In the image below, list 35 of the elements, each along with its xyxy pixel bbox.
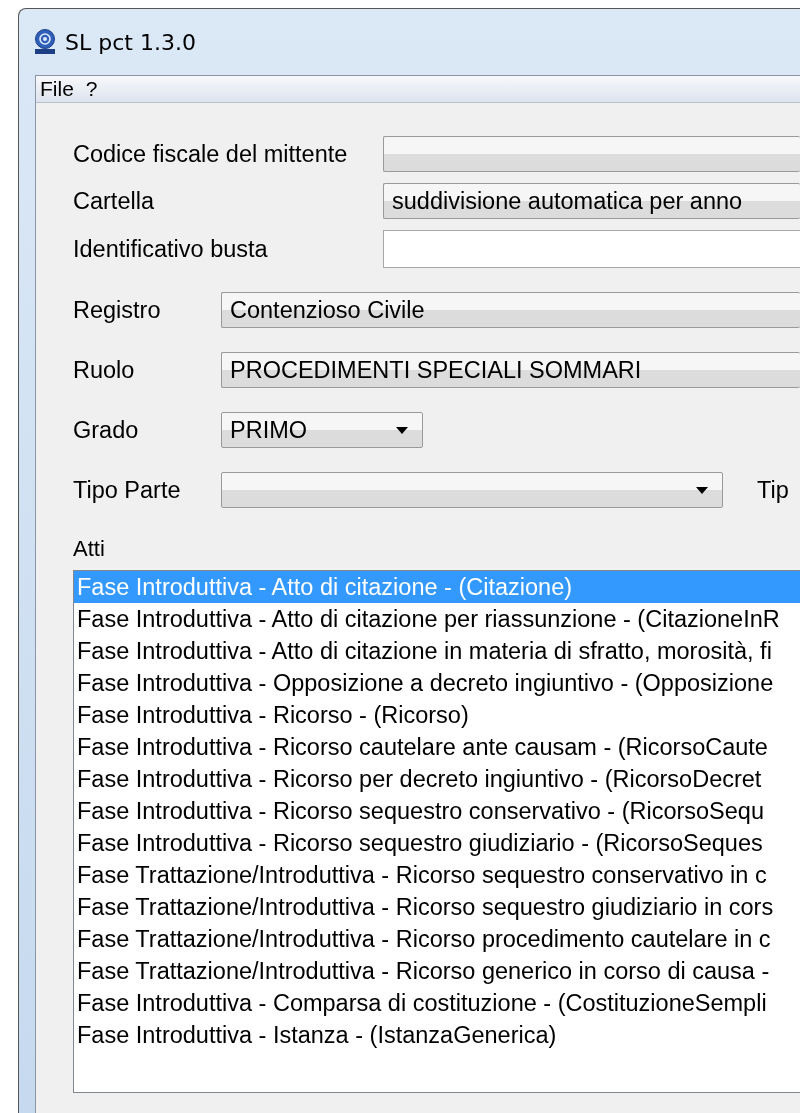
list-item[interactable]: Fase Introduttiva - Ricorso sequestro giudiziario - (RicorsoSeques [74, 827, 800, 859]
dropdown[interactable]: PROCEDIMENTI SPECIALI SOMMARI [221, 352, 800, 388]
text-field[interactable] [383, 230, 800, 268]
field-label: Cartella [73, 187, 155, 215]
list-item[interactable]: Fase Trattazione/Introduttiva - Ricorso generico in corso di causa - [74, 955, 800, 987]
field-label: Identificativo busta [73, 235, 269, 263]
menu-item[interactable]: ? [85, 77, 98, 101]
field-label: Ruolo [73, 356, 136, 384]
list-item[interactable]: Fase Introduttiva - Atto di citazione per riassunzione - (CitazioneInR [74, 603, 800, 635]
list-item[interactable]: Fase Trattazione/Introduttiva - Ricorso sequestro conservativo in c [74, 859, 800, 891]
field-label: Codice fiscale del mittente [73, 140, 349, 168]
field-label: Grado [73, 416, 140, 444]
dropdown[interactable] [221, 472, 723, 508]
dropdown[interactable]: Contenzioso Civile [221, 292, 800, 328]
list-item[interactable]: Fase Introduttiva - Ricorso cautelare ante causam - (RicorsoCaute [74, 731, 800, 763]
list-item[interactable]: Fase Introduttiva - Comparsa di costituzione - (CostituzioneSempli [74, 987, 800, 1019]
dropdown[interactable]: suddivisione automatica per anno [383, 183, 800, 219]
window-title: SL pct 1.3.0 [65, 29, 196, 55]
list-item[interactable]: Fase Trattazione/Introduttiva - Ricorso sequestro giudiziario in cors [74, 891, 800, 923]
list-item[interactable]: Fase Introduttiva - Opposizione a decreto ingiuntivo - (Opposizione [74, 667, 800, 699]
dropdown[interactable] [383, 136, 800, 172]
list-item[interactable]: Fase Introduttiva - Atto di citazione in materia di sfratto, morosità, fi [74, 635, 800, 667]
list-item[interactable]: Fase Introduttiva - Ricorso sequestro conservativo - (RicorsoSequ [74, 795, 800, 827]
list-item[interactable]: Fase Introduttiva - Ricorso per decreto ingiuntivo - (RicorsoDecret [74, 763, 800, 795]
list-item[interactable]: Fase Trattazione/Introduttiva - Ricorso procedimento cautelare in c [74, 923, 800, 955]
field-label: Registro [73, 296, 162, 324]
menu-item[interactable]: File [40, 77, 74, 101]
caret-icon [696, 486, 708, 494]
field-label: Tip [757, 476, 789, 504]
caret-icon [396, 426, 408, 434]
list-label: Atti [73, 536, 106, 562]
field-label: Tipo Parte [73, 476, 182, 504]
list-item[interactable]: Fase Introduttiva - Ricorso - (Ricorso) [74, 699, 800, 731]
list-item[interactable]: Fase Introduttiva - Istanza - (IstanzaGenerica) [74, 1019, 800, 1051]
dropdown[interactable]: PRIMO [221, 412, 423, 448]
